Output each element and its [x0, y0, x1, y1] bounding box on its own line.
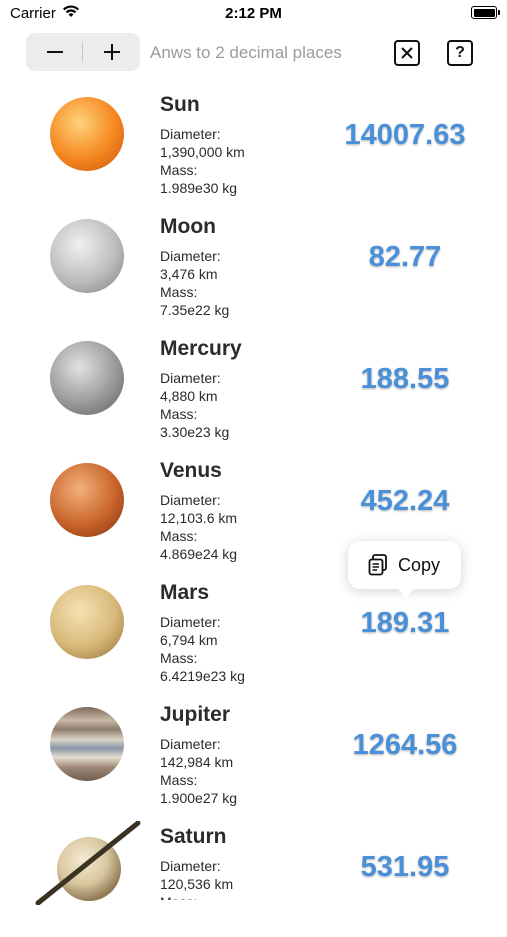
copy-icon	[368, 554, 387, 576]
mass-label: Mass:	[160, 894, 197, 900]
diameter-value: 12,103.6 km	[160, 510, 238, 526]
minus-icon	[46, 51, 63, 53]
mercury-image	[50, 341, 124, 415]
decimal-hint: Anws to 2 decimal places	[150, 43, 342, 62]
diameter-value: 120,536 km	[160, 876, 234, 892]
mass-value: 7.35e22 kg	[160, 302, 230, 318]
diameter-label: Diameter:	[160, 370, 221, 386]
planet-row-sun[interactable]: Sun Diameter: 1,390,000 km Mass: 1.989e3…	[0, 83, 507, 205]
mass-value: 3.30e23 kg	[160, 424, 230, 440]
battery-icon	[471, 6, 500, 19]
plus-icon	[103, 44, 120, 60]
result-value[interactable]: 452.24	[320, 485, 490, 518]
status-bar: Carrier 2:12 PM	[0, 0, 507, 28]
result-value[interactable]: 188.55	[320, 363, 490, 396]
diameter-value: 3,476 km	[160, 266, 218, 282]
help-icon: ?	[455, 44, 465, 61]
mass-label: Mass:	[160, 284, 198, 300]
planet-row-mercury[interactable]: Mercury Diameter: 4,880 km Mass: 3.30e23…	[0, 327, 507, 449]
clock: 2:12 PM	[225, 5, 282, 22]
planet-name: Mars	[160, 581, 210, 604]
jupiter-image	[50, 707, 124, 781]
planet-row-saturn[interactable]: Saturn Diameter: 120,536 km Mass: 531.95	[0, 815, 507, 937]
decrement-button[interactable]	[26, 33, 83, 71]
result-value[interactable]: 531.95	[320, 851, 490, 884]
diameter-value: 4,880 km	[160, 388, 218, 404]
copy-context-menu[interactable]: Copy	[348, 541, 461, 597]
diameter-label: Diameter:	[160, 248, 221, 264]
planet-name: Venus	[160, 459, 222, 482]
mass-label: Mass:	[160, 162, 198, 178]
planet-row-moon[interactable]: Moon Diameter: 3,476 km Mass: 7.35e22 kg…	[0, 205, 507, 327]
planet-name: Moon	[160, 215, 216, 238]
planet-name: Saturn	[160, 825, 227, 848]
close-icon	[401, 47, 413, 59]
increment-button[interactable]	[83, 33, 140, 71]
decimal-stepper[interactable]	[26, 33, 140, 71]
diameter-label: Diameter:	[160, 614, 221, 630]
mars-image	[50, 585, 124, 659]
mass-value: 1.900e27 kg	[160, 790, 238, 806]
mass-label: Mass:	[160, 772, 198, 788]
mass-value: 1.989e30 kg	[160, 180, 238, 196]
mass-label: Mass:	[160, 650, 198, 666]
diameter-value: 1,390,000 km	[160, 144, 245, 160]
moon-image	[50, 219, 124, 293]
planet-row-mars[interactable]: Mars Diameter: 6,794 km Mass: 6.4219e23 …	[0, 571, 507, 693]
planet-name: Mercury	[160, 337, 242, 360]
mass-label: Mass:	[160, 406, 198, 422]
result-value[interactable]: 189.31	[320, 607, 490, 640]
saturn-image	[35, 821, 141, 905]
venus-image	[50, 463, 124, 537]
mass-value: 6.4219e23 kg	[160, 668, 245, 684]
sun-image	[50, 97, 124, 171]
planet-name: Jupiter	[160, 703, 231, 726]
diameter-value: 142,984 km	[160, 754, 234, 770]
diameter-label: Diameter:	[160, 858, 221, 874]
mass-value: 4.869e24 kg	[160, 546, 238, 562]
diameter-label: Diameter:	[160, 492, 221, 508]
diameter-value: 6,794 km	[160, 632, 218, 648]
planet-row-jupiter[interactable]: Jupiter Diameter: 142,984 km Mass: 1.900…	[0, 693, 507, 815]
diameter-label: Diameter:	[160, 736, 221, 752]
planet-name: Sun	[160, 93, 200, 116]
clear-button[interactable]	[394, 40, 420, 66]
help-button[interactable]: ?	[447, 40, 473, 66]
toolbar: Anws to 2 decimal places ?	[0, 28, 507, 78]
copy-menu-item[interactable]: Copy	[398, 555, 440, 576]
result-value[interactable]: 1264.56	[320, 729, 490, 762]
result-value[interactable]: 14007.63	[320, 119, 490, 152]
diameter-label: Diameter:	[160, 126, 221, 142]
result-value[interactable]: 82.77	[320, 241, 490, 274]
mass-label: Mass:	[160, 528, 198, 544]
